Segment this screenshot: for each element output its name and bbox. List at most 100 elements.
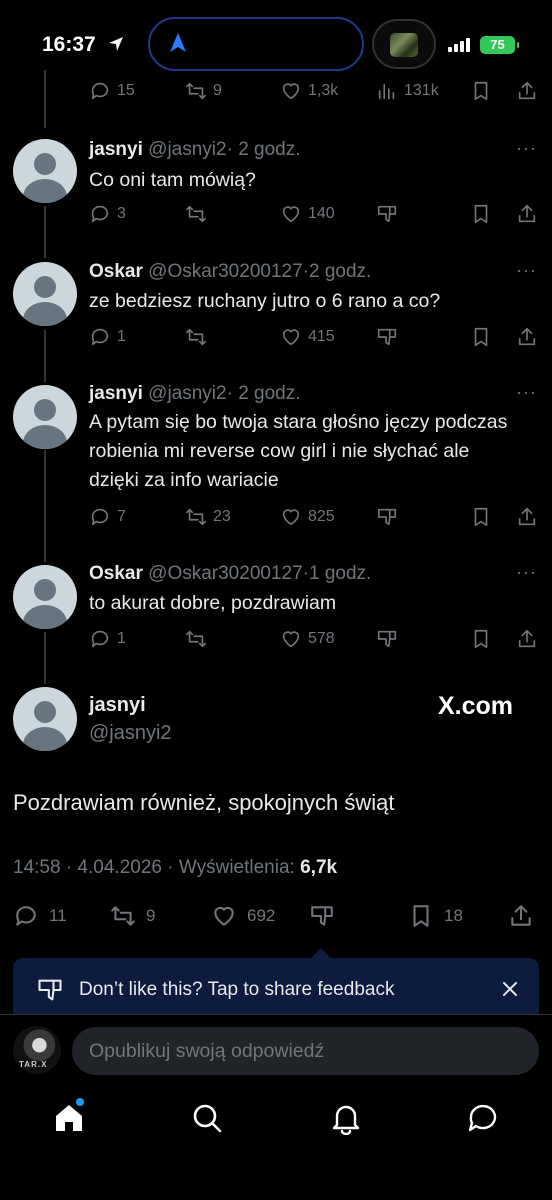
retweet-icon bbox=[111, 906, 135, 926]
share-action[interactable] bbox=[516, 326, 538, 348]
feedback-toast-text[interactable]: Don’t like this? Tap to share feedback bbox=[79, 979, 394, 1001]
like-action[interactable]: 692 bbox=[211, 903, 275, 929]
bookmark-action[interactable]: 18 bbox=[408, 903, 463, 929]
dislike-action[interactable] bbox=[309, 903, 335, 929]
share-icon bbox=[518, 81, 536, 100]
like-action[interactable]: 415 bbox=[280, 326, 335, 348]
bookmark-action[interactable] bbox=[470, 326, 492, 348]
thread-line bbox=[44, 330, 46, 382]
reply-action[interactable]: 15 bbox=[89, 80, 135, 102]
bookmark-icon bbox=[474, 204, 488, 224]
thumbs-down-icon bbox=[377, 328, 397, 346]
author-name[interactable]: Oskar bbox=[89, 563, 143, 584]
retweet-icon bbox=[186, 508, 206, 526]
retweet-action[interactable]: 9 bbox=[110, 903, 155, 929]
thread-line bbox=[44, 206, 46, 258]
like-action[interactable]: 1,3k bbox=[280, 80, 338, 102]
home-icon[interactable] bbox=[52, 1101, 86, 1135]
avatar[interactable] bbox=[13, 385, 77, 449]
close-icon[interactable] bbox=[499, 978, 521, 1000]
dislike-action[interactable] bbox=[376, 326, 398, 348]
author-name[interactable]: jasnyi bbox=[89, 139, 143, 160]
reply-icon bbox=[16, 906, 36, 926]
author-name[interactable]: Oskar bbox=[89, 261, 143, 282]
toast-caret bbox=[311, 948, 331, 958]
search-icon[interactable] bbox=[190, 1101, 224, 1135]
author-name[interactable]: jasnyi bbox=[89, 383, 143, 404]
view-count[interactable]: 6,7k bbox=[300, 857, 337, 878]
notifications-icon[interactable] bbox=[329, 1101, 363, 1136]
author-handle[interactable]: @jasnyi2 bbox=[148, 139, 226, 160]
share-action[interactable] bbox=[516, 506, 538, 528]
reply-action[interactable]: 3 bbox=[89, 203, 126, 225]
avatar[interactable] bbox=[13, 687, 77, 751]
views-action[interactable]: 131k bbox=[376, 80, 439, 102]
thread-line bbox=[44, 70, 46, 128]
avatar[interactable] bbox=[13, 565, 77, 629]
share-icon bbox=[518, 629, 536, 648]
dislike-action[interactable] bbox=[376, 628, 398, 650]
tweet-time: 2 godz. bbox=[308, 261, 372, 282]
retweet-action[interactable] bbox=[185, 628, 213, 650]
dislike-action[interactable] bbox=[376, 506, 398, 528]
user-avatar[interactable]: TAR.X bbox=[13, 1026, 61, 1074]
author-handle[interactable]: @Oskar30200127 bbox=[148, 261, 303, 282]
reply-action[interactable]: 7 bbox=[89, 506, 126, 528]
bookmark-action[interactable] bbox=[470, 628, 492, 650]
like-action[interactable]: 140 bbox=[280, 203, 335, 225]
tweet-time: 1 godz. bbox=[308, 563, 372, 584]
share-icon bbox=[518, 204, 536, 223]
share-action[interactable] bbox=[516, 80, 538, 102]
retweet-action[interactable]: 23 bbox=[185, 506, 231, 528]
avatar[interactable] bbox=[13, 139, 77, 203]
heart-icon bbox=[214, 906, 234, 926]
thread-line bbox=[44, 632, 46, 684]
more-options-icon[interactable]: ··· bbox=[516, 562, 537, 583]
battery-icon: 75 bbox=[480, 36, 519, 54]
author-handle[interactable]: @jasnyi2 bbox=[89, 722, 172, 745]
author-handle[interactable]: @Oskar30200127 bbox=[148, 563, 303, 584]
dislike-action[interactable] bbox=[376, 203, 398, 225]
share-action[interactable] bbox=[516, 628, 538, 650]
tweet-text: to akurat dobre, pozdrawiam bbox=[89, 592, 337, 614]
reply-action[interactable]: 1 bbox=[89, 628, 126, 650]
watermark: X.com bbox=[438, 692, 514, 720]
reply-input[interactable] bbox=[72, 1027, 539, 1075]
bookmark-action[interactable] bbox=[470, 203, 492, 225]
thumbs-down-icon bbox=[38, 979, 62, 1001]
retweet-action[interactable] bbox=[185, 203, 213, 225]
retweet-action[interactable]: 9 bbox=[185, 80, 222, 102]
more-options-icon[interactable]: ··· bbox=[516, 260, 537, 281]
like-action[interactable]: 578 bbox=[280, 628, 335, 650]
battery-level: 75 bbox=[490, 37, 505, 52]
now-playing-thumbnail[interactable] bbox=[372, 19, 436, 69]
thread-line bbox=[44, 450, 46, 562]
author-name[interactable]: jasnyi bbox=[89, 694, 146, 717]
retweet-action[interactable] bbox=[185, 326, 213, 348]
share-action[interactable] bbox=[516, 203, 538, 225]
location-arrow-icon bbox=[109, 37, 123, 51]
reply-action[interactable]: 1 bbox=[89, 326, 126, 348]
heart-icon bbox=[282, 206, 300, 223]
tweet-time: 2 godz. bbox=[238, 139, 301, 160]
bookmark-icon bbox=[474, 81, 488, 101]
tweet-timestamp: 14:58 · 4.04.2026 · Wyświetlenia: bbox=[13, 857, 295, 878]
status-time: 16:37 bbox=[42, 33, 96, 56]
like-action[interactable]: 825 bbox=[280, 506, 335, 528]
reply-icon bbox=[91, 630, 109, 648]
tweet-header: Oskar @Oskar30200127·1 godz. bbox=[89, 563, 372, 584]
avatar[interactable] bbox=[13, 262, 77, 326]
retweet-icon bbox=[186, 82, 206, 100]
signal-icon bbox=[448, 38, 470, 52]
bookmark-action[interactable] bbox=[470, 80, 492, 102]
bookmark-action[interactable] bbox=[470, 506, 492, 528]
bookmark-icon bbox=[413, 905, 429, 927]
messages-icon[interactable] bbox=[466, 1101, 500, 1135]
author-handle[interactable]: @jasnyi2 bbox=[148, 383, 226, 404]
views-icon bbox=[378, 83, 395, 100]
reply-action[interactable]: 11 bbox=[13, 903, 67, 929]
more-options-icon[interactable]: ··· bbox=[516, 138, 537, 159]
bookmark-icon bbox=[474, 507, 488, 527]
more-options-icon[interactable]: ··· bbox=[516, 382, 537, 403]
share-action[interactable] bbox=[508, 903, 534, 929]
